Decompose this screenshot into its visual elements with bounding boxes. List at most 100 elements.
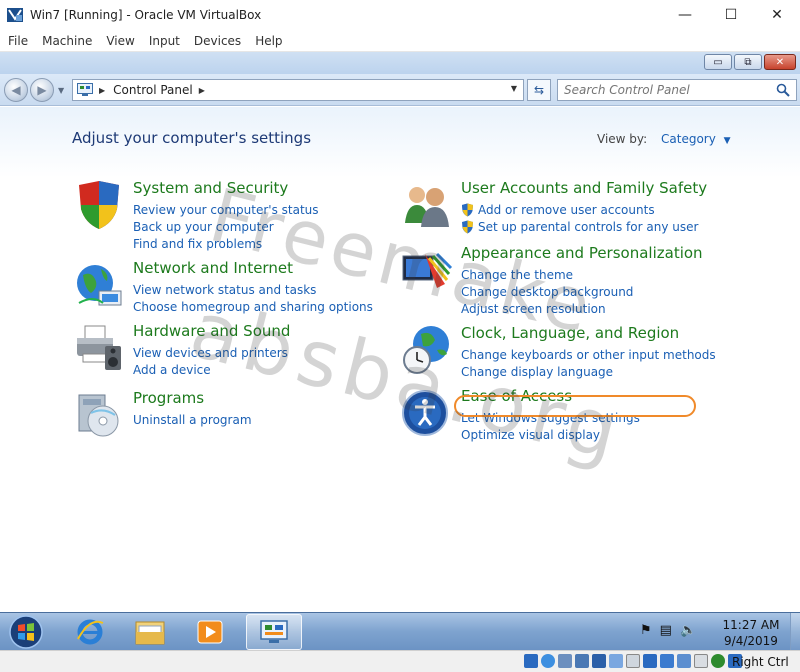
category-title[interactable]: Network and Internet (133, 259, 293, 277)
start-orb-icon[interactable] (6, 614, 46, 650)
appearance-monitor-icon (402, 252, 453, 288)
host-menu-bar: File Machine View Input Devices Help (0, 30, 800, 52)
show-desktop-button[interactable] (790, 613, 800, 651)
refresh-button[interactable]: ⇆ (527, 79, 551, 101)
breadcrumb-control-panel[interactable]: Control Panel (113, 83, 193, 97)
clock-date: 9/4/2019 (724, 634, 778, 648)
internet-explorer-icon (77, 619, 104, 645)
taskbar-explorer-button[interactable] (122, 614, 178, 650)
display-icon[interactable] (626, 654, 640, 668)
volume-icon[interactable]: 🔈 (680, 623, 696, 638)
taskbar-control-panel-button[interactable] (246, 614, 302, 650)
guest-screen: ▭ ⧉ ✕ ◀ ▶ ▼ ▶ Control Panel ▶ ▼ ⇆ Search… (0, 52, 800, 612)
host-window-title: Win7 [Running] - Oracle VM VirtualBox (30, 8, 262, 22)
refresh-icon: ⇆ (533, 83, 545, 97)
breadcrumb-chevron-icon[interactable]: ▶ (199, 86, 205, 95)
category-title[interactable]: System and Security (133, 179, 288, 197)
menu-input[interactable]: Input (149, 34, 180, 48)
cpu-icon[interactable] (694, 654, 708, 668)
uac-shield-icon (462, 220, 473, 233)
category-title[interactable]: Programs (133, 389, 204, 407)
optical-drive-icon[interactable] (541, 654, 555, 668)
action-center-flag-icon[interactable]: ⚑ (640, 623, 652, 638)
search-input[interactable] (564, 81, 774, 99)
link-devices-printers[interactable]: View devices and printers (133, 344, 288, 361)
back-button[interactable]: ◀ (4, 78, 28, 102)
link-back-up[interactable]: Back up your computer (133, 218, 319, 235)
folder-icon (135, 621, 165, 645)
host-close-button[interactable]: ✕ (754, 0, 800, 30)
page-title: Adjust your computer's settings (72, 129, 312, 147)
category-title[interactable]: Appearance and Personalization (461, 244, 703, 262)
menu-devices[interactable]: Devices (194, 34, 241, 48)
explorer-minimize-button[interactable]: ▭ (704, 54, 732, 70)
virtualbox-icon (7, 8, 23, 22)
link-optimize-visual[interactable]: Optimize visual display (461, 426, 640, 443)
menu-file[interactable]: File (8, 34, 28, 48)
taskbar-clock[interactable]: 11:27 AM 9/4/2019 (716, 617, 786, 649)
link-display-language[interactable]: Change display language (461, 363, 716, 380)
address-bar[interactable]: ▶ Control Panel ▶ ▼ (72, 79, 524, 101)
link-change-theme[interactable]: Change the theme (461, 266, 633, 283)
hard-disk-icon[interactable] (524, 654, 538, 668)
audio-icon[interactable] (558, 654, 572, 668)
usb-icon[interactable] (592, 654, 606, 668)
search-box[interactable] (557, 79, 797, 101)
explorer-restore-button[interactable]: ⧉ (734, 54, 762, 70)
menu-machine[interactable]: Machine (42, 34, 92, 48)
link-add-remove-users[interactable]: Add or remove user accounts (461, 201, 698, 218)
link-change-keyboards[interactable]: Change keyboards or other input methods (461, 346, 716, 363)
taskbar-media-player-button[interactable] (182, 614, 238, 650)
link-text[interactable]: Add or remove user accounts (478, 203, 655, 217)
link-desktop-background[interactable]: Change desktop background (461, 283, 633, 300)
ease-of-access-icon (402, 390, 448, 436)
taskbar: ⚑ ▤ 🔈 11:27 AM 9/4/2019 (0, 612, 800, 651)
menu-view[interactable]: View (106, 34, 134, 48)
mouse-integration-icon[interactable] (711, 654, 725, 668)
host-title-bar: Win7 [Running] - Oracle VM VirtualBox — … (0, 0, 800, 30)
forward-arrow-icon: ▶ (37, 83, 47, 97)
link-review-status[interactable]: Review your computer's status (133, 201, 319, 218)
address-dropdown-icon[interactable]: ▼ (511, 84, 517, 93)
link-find-fix[interactable]: Find and fix problems (133, 235, 319, 252)
explorer-close-button[interactable]: ✕ (764, 54, 796, 70)
link-add-device[interactable]: Add a device (133, 361, 288, 378)
drag-drop-icon[interactable] (660, 654, 674, 668)
link-screen-resolution[interactable]: Adjust screen resolution (461, 300, 633, 317)
network-adapter-icon[interactable] (575, 654, 589, 668)
clock-time: 11:27 AM (722, 618, 780, 632)
category-title[interactable]: User Accounts and Family Safety (461, 179, 707, 197)
host-minimize-button[interactable]: — (662, 0, 708, 30)
navigation-bar: ◀ ▶ ▼ ▶ Control Panel ▶ ▼ ⇆ (0, 74, 800, 106)
link-text[interactable]: Set up parental controls for any user (478, 220, 698, 234)
category-title[interactable]: Hardware and Sound (133, 322, 290, 340)
clock-globe-icon (403, 326, 449, 374)
breadcrumb-separator-icon[interactable]: ▶ (99, 86, 105, 95)
virtualbox-status-bar: Right Ctrl (0, 650, 800, 672)
taskbar-ie-button[interactable] (62, 614, 118, 650)
link-uninstall-program[interactable]: Uninstall a program (133, 411, 252, 428)
clipboard-icon[interactable] (677, 654, 691, 668)
host-key-label: Right Ctrl (732, 655, 789, 669)
video-capture-icon[interactable] (643, 654, 657, 668)
search-icon[interactable] (776, 83, 790, 97)
programs-disc-icon (78, 394, 119, 437)
link-parental-controls[interactable]: Set up parental controls for any user (461, 218, 698, 235)
shared-folders-icon[interactable] (609, 654, 623, 668)
host-maximize-button[interactable]: ☐ (708, 0, 754, 30)
system-tray: ⚑ ▤ 🔈 (640, 623, 704, 638)
printer-speaker-icon (77, 325, 121, 370)
menu-help[interactable]: Help (255, 34, 282, 48)
network-globe-icon (77, 265, 122, 306)
highlight-annotation (454, 395, 696, 417)
recent-pages-dropdown[interactable]: ▼ (58, 86, 64, 95)
link-homegroup[interactable]: Choose homegroup and sharing options (133, 298, 373, 315)
network-icon[interactable]: ▤ (660, 623, 672, 638)
link-network-status[interactable]: View network status and tasks (133, 281, 373, 298)
category-title[interactable]: Clock, Language, and Region (461, 324, 679, 342)
forward-button[interactable]: ▶ (30, 78, 54, 102)
view-by-dropdown-icon[interactable]: ▼ (724, 136, 731, 146)
view-by-dropdown[interactable]: Category (661, 132, 716, 146)
control-panel-icon (77, 83, 93, 96)
back-arrow-icon: ◀ (11, 83, 21, 97)
